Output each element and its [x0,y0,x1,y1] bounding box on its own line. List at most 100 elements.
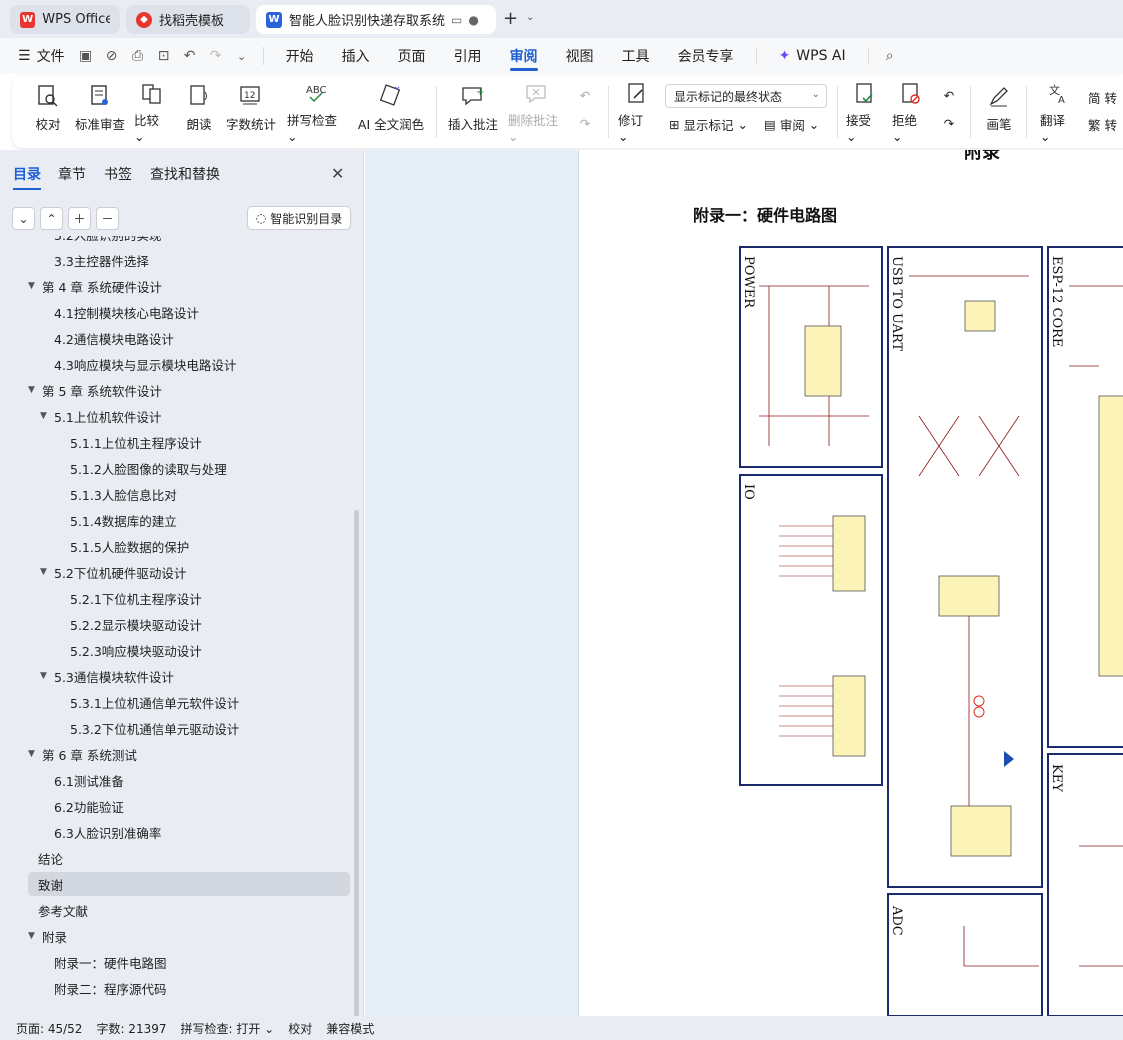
accept-button[interactable]: 接受 ⌄ [846,82,884,144]
show-markup-button[interactable]: ⊞ 显示标记 ⌄ [669,113,748,135]
expand-triangle-icon[interactable]: ▼ [28,931,42,941]
print-icon[interactable]: ⎙ [125,43,151,69]
menu-review[interactable]: 审阅 [496,38,552,74]
tab-current-document[interactable]: W 智能人脸识别快递存取系统设 ▭ ● [256,5,496,34]
insert-comment-button[interactable]: + 插入批注 [448,82,498,142]
spell-check-button[interactable]: ABC 拼写检查 ⌄ [287,82,347,144]
menu-home[interactable]: 开始 [272,38,328,74]
simplified-convert-button[interactable]: 简 转 [1088,86,1117,108]
undo-icon[interactable]: ↶ [177,43,203,69]
toc-item[interactable]: 6.1测试准备 [28,768,350,792]
toc-item[interactable]: 5.1.5人脸数据的保护 [28,534,350,558]
menu-tools[interactable]: 工具 [608,38,664,74]
add-heading-button[interactable]: ＋ [68,207,91,230]
toc-item[interactable]: 附录二：程序源代码 [28,976,350,1000]
tab-docer[interactable]: ◆ 找稻壳模板 [126,5,250,34]
redo-icon[interactable]: ↷ [203,43,229,69]
smart-toc-button[interactable]: ◌ 智能识别目录 [247,206,351,230]
next-change-icon[interactable]: ↷ [938,116,960,136]
toc-item[interactable]: 5.2.1下位机主程序设计 [28,586,350,610]
toc-item[interactable]: 6.2功能验证 [28,794,350,818]
tab-sections[interactable]: 章节 [58,164,86,184]
toc-item[interactable]: 5.2.2显示模块驱动设计 [28,612,350,636]
page-indicator[interactable]: 页面: 45/52 [0,1020,82,1037]
search-icon[interactable]: ⌕ [877,43,903,69]
toc-item[interactable]: 5.3.1上位机通信单元软件设计 [28,690,350,714]
word-count-button[interactable]: 12 字数统计 [225,82,277,142]
menu-view[interactable]: 视图 [552,38,608,74]
document-page[interactable]: 附录 附录一：硬件电路图 POWER USB TO UART ESP-12 CO… [578,150,1123,1016]
translate-button[interactable]: 文A 翻译 ⌄ [1040,82,1078,144]
toc-item[interactable]: ▼ 第 6 章 系统测试 [28,742,350,766]
link-icon[interactable]: ⊘ [99,43,125,69]
unsaved-dot-icon[interactable]: ● [468,13,478,27]
menu-page[interactable]: 页面 [384,38,440,74]
toc-item[interactable]: 3.3主控器件选择 [28,248,350,272]
toc-item[interactable]: ▼ 第 5 章 系统软件设计 [28,378,350,402]
word-count-indicator[interactable]: 字数: 21397 [82,1020,166,1037]
toc-item[interactable]: 5.1.4数据库的建立 [28,508,350,532]
tab-wps-office[interactable]: W WPS Office [10,5,120,34]
spell-check-indicator[interactable]: 拼写检查: 打开 ⌄ [167,1020,275,1037]
toc-item[interactable]: 4.3响应模块与显示模块电路设计 [28,352,350,376]
pen-button[interactable]: 画笔 [984,82,1014,142]
next-comment-icon[interactable]: ↷ [574,116,596,136]
standard-review-button[interactable]: 标准审查 [74,82,126,142]
toc-item[interactable]: 致谢 [28,872,350,896]
expand-triangle-icon[interactable]: ▼ [40,411,54,421]
toc-item[interactable]: ▼ 5.2下位机硬件驱动设计 [28,560,350,584]
menu-references[interactable]: 引用 [440,38,496,74]
review-pane-button[interactable]: ▤ 审阅 ⌄ [764,113,819,135]
toc-item[interactable]: 5.1.2人脸图像的读取与处理 [28,456,350,480]
menu-member[interactable]: 会员专享 [664,38,748,74]
toc-item[interactable]: 5.2.3响应模块驱动设计 [28,638,350,662]
expand-triangle-icon[interactable]: ▼ [28,281,42,291]
read-aloud-button[interactable]: 朗读 [184,82,214,142]
compare-button[interactable]: 比较 ⌄ [134,82,170,144]
toc-item[interactable]: 4.2通信模块电路设计 [28,326,350,350]
reject-button[interactable]: 拒绝 ⌄ [892,82,930,144]
toc-item[interactable]: ▼ 第 4 章 系统硬件设计 [28,274,350,298]
toc-item[interactable]: 5.1.3人脸信息比对 [28,482,350,506]
toc-scrollbar[interactable] [354,510,359,1020]
toc-item[interactable]: ▼ 5.1上位机软件设计 [28,404,350,428]
proofread-button[interactable]: 校对 [30,82,66,142]
expand-triangle-icon[interactable]: ▼ [40,567,54,577]
chevron-down-icon[interactable]: ⌄ [526,12,534,23]
expand-triangle-icon[interactable]: ▼ [40,671,54,681]
file-menu[interactable]: ☰ 文件 [0,38,73,74]
toc-item[interactable]: ▼ 5.3通信模块软件设计 [28,664,350,688]
ai-polish-button[interactable]: AI 全文润色 [356,82,426,142]
previous-comment-icon[interactable]: ↶ [574,88,596,108]
tab-toc[interactable]: 目录 [13,164,41,190]
markup-state-select[interactable]: 显示标记的最终状态 ⌄ [665,84,827,108]
toc-item[interactable]: 结论 [28,846,350,870]
print-preview-icon[interactable]: ⊡ [151,43,177,69]
expand-all-button[interactable]: ⌄ [12,207,35,230]
wps-ai-button[interactable]: ✦ WPS AI [765,38,860,74]
toc-item[interactable]: ▼ 附录 [28,924,350,948]
toc-item[interactable]: 5.3.2下位机通信单元驱动设计 [28,716,350,740]
proofread-indicator[interactable]: 校对 [274,1020,312,1037]
expand-triangle-icon[interactable]: ▼ [28,385,42,395]
toc-item[interactable]: 6.3人脸识别准确率 [28,820,350,844]
remove-heading-button[interactable]: － [96,207,119,230]
close-icon[interactable]: ✕ [331,164,344,183]
track-changes-button[interactable]: 修订 ⌄ [618,82,656,144]
delete-comment-button[interactable]: 删除批注 ⌄ [508,82,566,144]
toc-item[interactable]: 附录一：硬件电路图 [28,950,350,974]
new-tab-button[interactable]: + [503,8,518,29]
save-icon[interactable]: ▣ [73,43,99,69]
tab-find-replace[interactable]: 查找和替换 [150,164,220,184]
toc-item[interactable]: 参考文献 [28,898,350,922]
traditional-convert-button[interactable]: 繁 转 [1088,113,1117,135]
toc-item[interactable]: 3.2人脸识别的实现 [28,236,350,246]
previous-change-icon[interactable]: ↶ [938,88,960,108]
menu-insert[interactable]: 插入 [328,38,384,74]
collapse-all-button[interactable]: ⌃ [40,207,63,230]
tab-bookmarks[interactable]: 书签 [104,164,132,184]
expand-triangle-icon[interactable]: ▼ [28,749,42,759]
toc-item[interactable]: 4.1控制模块核心电路设计 [28,300,350,324]
toc-item[interactable]: 5.1.1上位机主程序设计 [28,430,350,454]
chevron-down-icon[interactable]: ⌄ [229,43,255,69]
